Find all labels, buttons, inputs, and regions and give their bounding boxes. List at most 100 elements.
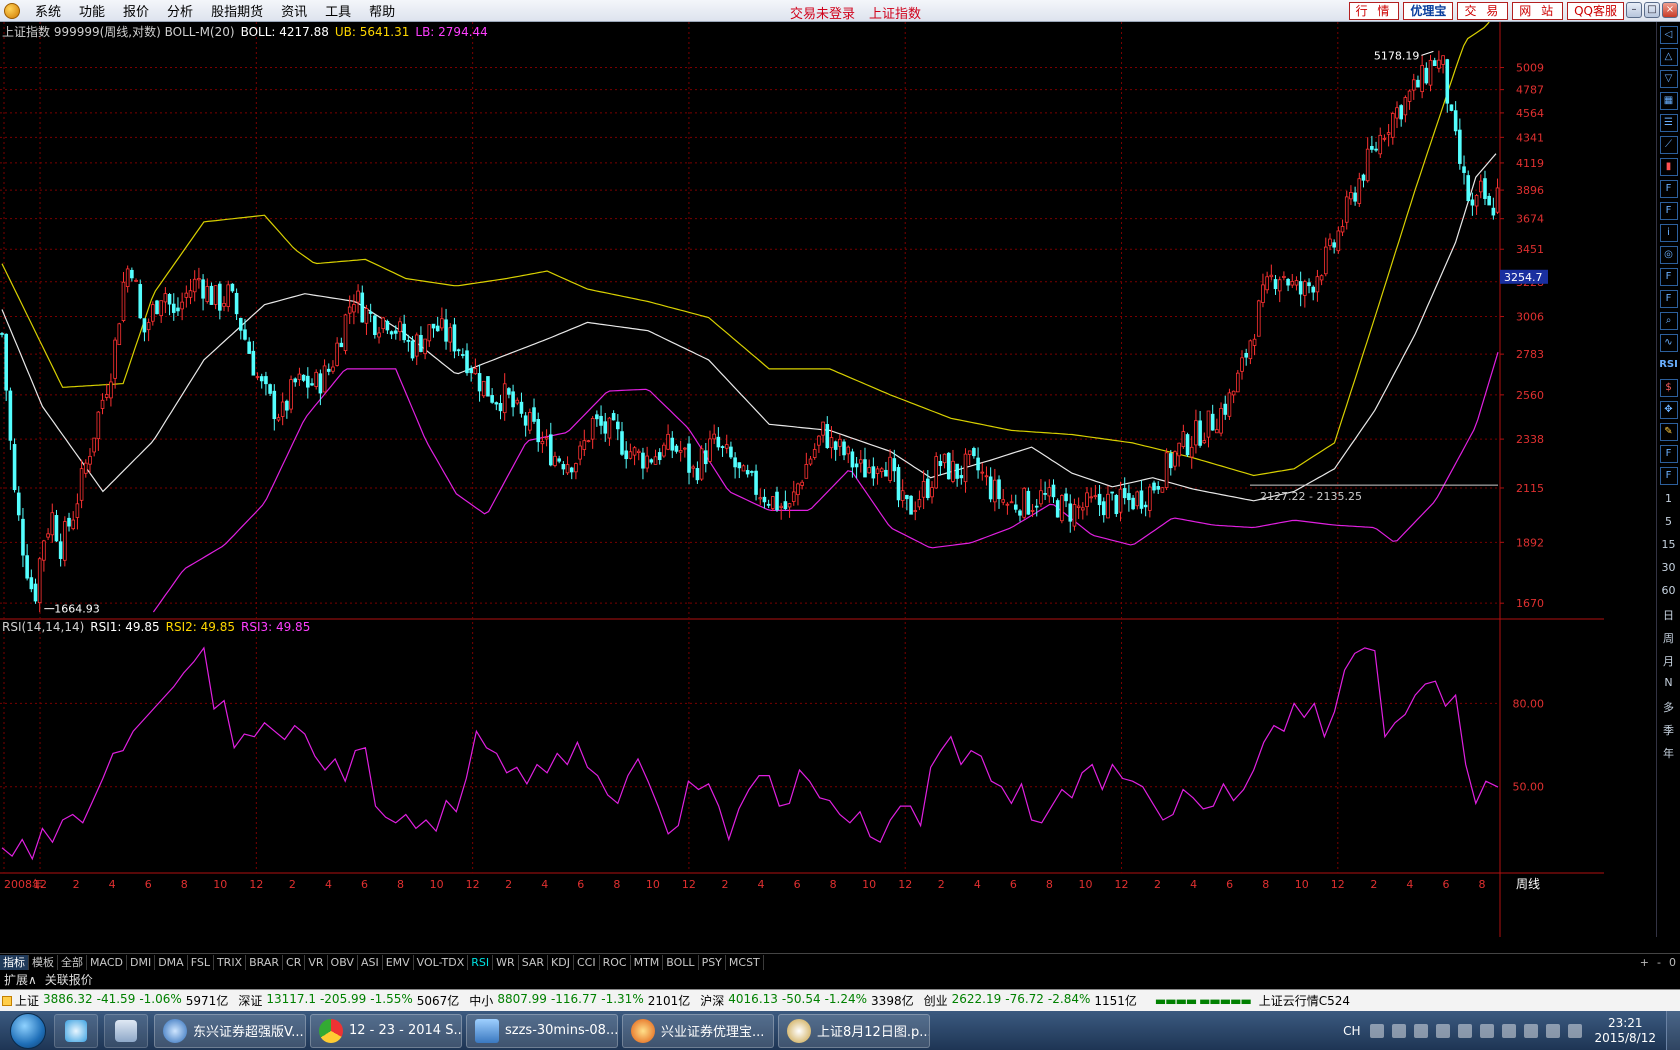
index-hs[interactable]: 沪深 4016.13 -50.54 -1.24% 3398亿 xyxy=(700,992,913,1009)
tab-asi[interactable]: ASI xyxy=(358,954,383,970)
index-zx[interactable]: 中小 8807.99 -116.77 -1.31% 2101亿 xyxy=(469,992,690,1009)
tab--[interactable]: 指标 xyxy=(0,954,29,970)
f2-icon[interactable]: F xyxy=(1659,268,1678,286)
f5-icon[interactable]: F xyxy=(1659,445,1678,463)
pinned-app[interactable] xyxy=(104,1013,148,1048)
show-desktop-button[interactable] xyxy=(1666,1011,1680,1050)
f8-icon[interactable]: F xyxy=(1659,467,1678,485)
tab-wr[interactable]: WR xyxy=(493,954,519,970)
quotes-button[interactable]: 行 情 xyxy=(1348,2,1400,20)
arrow-down-icon[interactable]: ▽ xyxy=(1659,70,1678,88)
trade-button[interactable]: 交 易 xyxy=(1457,2,1509,20)
period-quarter[interactable]: 季 xyxy=(1658,722,1680,738)
period-15min[interactable]: 15 xyxy=(1658,538,1680,554)
tab-macd[interactable]: MACD xyxy=(87,954,127,970)
expand-button[interactable]: 扩展∧ xyxy=(4,971,37,988)
start-button-icon[interactable] xyxy=(10,1012,46,1049)
period-day[interactable]: 日 xyxy=(1658,607,1680,623)
volume-icon[interactable] xyxy=(1546,1023,1561,1038)
tab-psy[interactable]: PSY xyxy=(699,954,726,970)
close-icon[interactable]: × xyxy=(1662,2,1678,18)
menu-analysis[interactable]: 分析 xyxy=(158,1,202,20)
index-cy[interactable]: 创业 2622.19 -76.72 -2.84% 1151亿 xyxy=(924,992,1137,1009)
taskbar-item[interactable]: szzs-30mins-08... xyxy=(466,1013,618,1048)
chart-area[interactable]: 5009478745644341411938963674345132283006… xyxy=(0,22,1604,937)
rsi-shortcut[interactable]: RSI xyxy=(1658,359,1680,375)
tab-rsi[interactable]: RSI xyxy=(468,954,494,970)
search-icon[interactable]: ⌕ xyxy=(1659,312,1678,330)
taskbar-item[interactable]: 12 - 23 - 2014 S... xyxy=(310,1013,462,1048)
tray-icon[interactable] xyxy=(1502,1023,1517,1038)
period-multi[interactable]: 多 xyxy=(1658,699,1680,715)
menu-tools[interactable]: 工具 xyxy=(316,1,360,20)
list-icon[interactable]: ☰ xyxy=(1659,114,1678,132)
tab-kdj[interactable]: KDJ xyxy=(548,954,574,970)
dollar-icon[interactable]: $ xyxy=(1659,379,1678,397)
tab-vr[interactable]: VR xyxy=(305,954,328,970)
menu-futures[interactable]: 股指期货 xyxy=(202,1,272,20)
tab-cr[interactable]: CR xyxy=(283,954,306,970)
shield-icon[interactable] xyxy=(1480,1023,1495,1038)
taskbar-item[interactable]: 上证8月12日图.p... xyxy=(778,1013,930,1048)
tab-cci[interactable]: CCI xyxy=(574,954,600,970)
index-sh[interactable]: 上证 3886.32 -41.59 -1.06% 5971亿 xyxy=(15,992,228,1009)
pen-icon[interactable]: ✎ xyxy=(1659,423,1678,441)
menu-help[interactable]: 帮助 xyxy=(360,1,404,20)
tray-icon[interactable] xyxy=(1458,1023,1473,1038)
related-quotes-button[interactable]: 关联报价 xyxy=(45,971,93,988)
kline-chart[interactable]: 5009478745644341411938963674345132283006… xyxy=(0,22,1604,937)
menu-system[interactable]: 系统 xyxy=(26,1,70,20)
period-30min[interactable]: 30 xyxy=(1658,561,1680,577)
period-1min[interactable]: 1 xyxy=(1658,492,1680,508)
menu-function[interactable]: 功能 xyxy=(70,1,114,20)
tray-icon[interactable] xyxy=(1436,1023,1451,1038)
keyboard-icon[interactable] xyxy=(1370,1023,1385,1038)
zoom-reset-button[interactable]: 0 xyxy=(1669,956,1676,969)
website-button[interactable]: 网 站 xyxy=(1512,2,1564,20)
help-icon[interactable] xyxy=(1414,1023,1429,1038)
arrow-up-icon[interactable]: △ xyxy=(1659,48,1678,66)
tab-boll[interactable]: BOLL xyxy=(663,954,699,970)
menu-quote[interactable]: 报价 xyxy=(114,1,158,20)
tab-vol-tdx[interactable]: VOL-TDX xyxy=(414,954,469,970)
table-icon[interactable]: ▦ xyxy=(1659,92,1678,110)
tab-roc[interactable]: ROC xyxy=(600,954,631,970)
f10-icon[interactable]: F xyxy=(1659,202,1678,220)
maximize-icon[interactable]: □ xyxy=(1644,2,1660,18)
language-indicator[interactable]: CH xyxy=(1343,1024,1360,1038)
taskbar-item[interactable]: 兴业证券优理宝... xyxy=(622,1013,774,1048)
candle-chart-icon[interactable]: ▮ xyxy=(1659,158,1678,176)
tab-sar[interactable]: SAR xyxy=(519,954,549,970)
line-chart-icon[interactable]: ⟋ xyxy=(1659,136,1678,154)
info-icon[interactable]: i xyxy=(1659,224,1678,242)
period-60min[interactable]: 60 xyxy=(1658,584,1680,600)
rsi-chart-icon[interactable]: ∿ xyxy=(1659,334,1678,352)
tab-dma[interactable]: DMA xyxy=(155,954,188,970)
tab--[interactable]: 模板 xyxy=(29,954,58,970)
move-icon[interactable]: ✥ xyxy=(1659,401,1678,419)
tab-brar[interactable]: BRAR xyxy=(246,954,284,970)
clock[interactable]: 23:21 2015/8/12 xyxy=(1594,1016,1656,1046)
period-5min[interactable]: 5 xyxy=(1658,515,1680,531)
taskbar-item[interactable]: 东兴证券超强版V... xyxy=(154,1013,306,1048)
tab-mcst[interactable]: MCST xyxy=(726,954,764,970)
period-week[interactable]: 周 xyxy=(1658,630,1680,646)
tab-emv[interactable]: EMV xyxy=(383,954,414,970)
youlibao-button[interactable]: 优理宝 xyxy=(1403,2,1454,20)
minimize-icon[interactable]: – xyxy=(1626,2,1642,18)
period-year[interactable]: 年 xyxy=(1658,745,1680,761)
f7-icon[interactable]: F xyxy=(1659,290,1678,308)
cloud-quote-label[interactable]: 上证云行情C524 xyxy=(1259,992,1350,1009)
period-n[interactable]: N xyxy=(1658,676,1680,692)
fund-icon[interactable]: ◎ xyxy=(1659,246,1678,264)
tab-trix[interactable]: TRIX xyxy=(214,954,247,970)
app-tray-icon[interactable] xyxy=(1392,1023,1407,1038)
trade-login-status[interactable]: 交易未登录 xyxy=(790,3,855,22)
qq-service-button[interactable]: QQ客服 xyxy=(1567,2,1624,20)
network-icon[interactable] xyxy=(1524,1023,1539,1038)
index-sz[interactable]: 深证 13117.1 -205.99 -1.55% 5067亿 xyxy=(238,992,459,1009)
power-icon[interactable] xyxy=(1568,1023,1583,1038)
tab-obv[interactable]: OBV xyxy=(328,954,358,970)
tab-mtm[interactable]: MTM xyxy=(631,954,664,970)
pinned-app[interactable] xyxy=(54,1013,98,1048)
